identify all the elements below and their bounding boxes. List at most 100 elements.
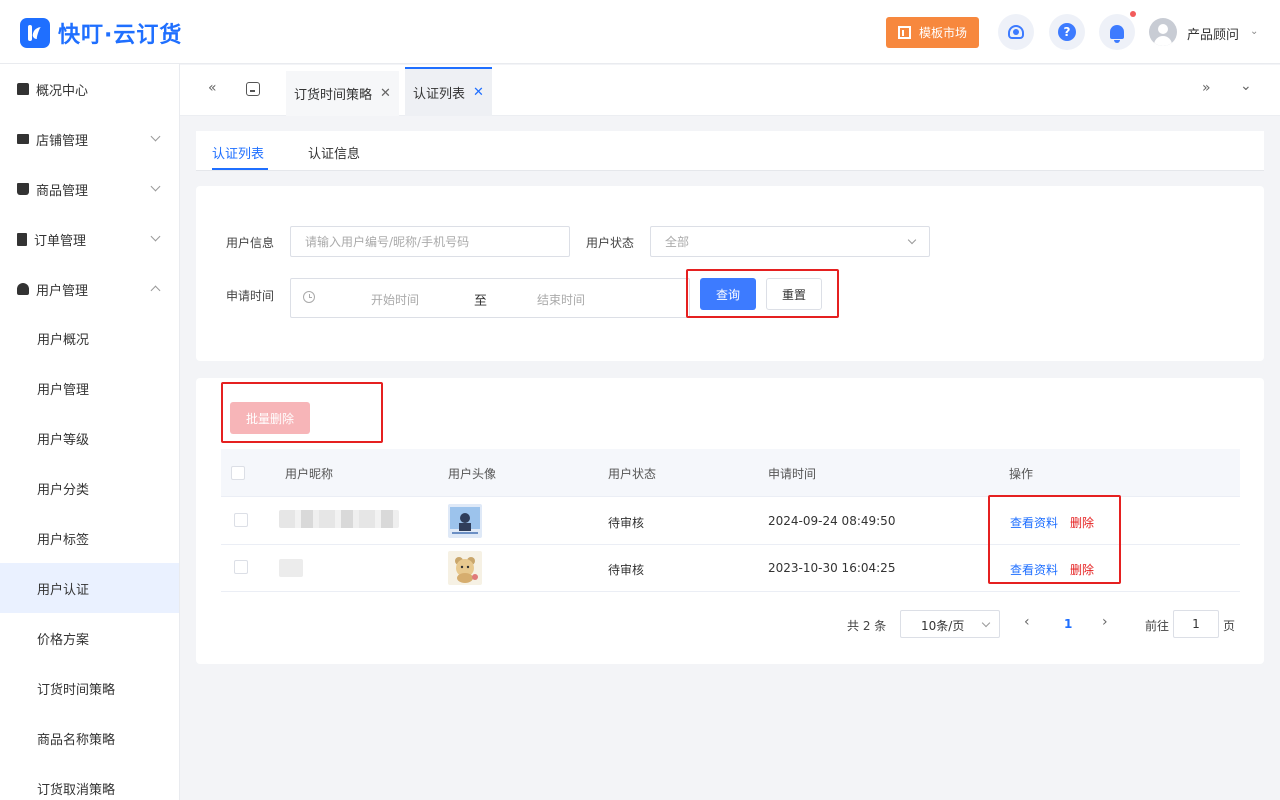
user-status-value: 全部: [665, 235, 690, 249]
chevron-up-icon: [150, 285, 161, 296]
goto-page-value: 1: [1192, 617, 1200, 631]
next-page-icon[interactable]: ›: [1102, 614, 1108, 630]
user-status-select[interactable]: 全部: [650, 226, 930, 257]
avatar-photo-icon: [448, 504, 482, 538]
start-time-placeholder[interactable]: 开始时间: [371, 291, 419, 308]
top-header: 快叮·云订货 模板市场 ? 产品顾问 ⌄: [0, 0, 1280, 64]
sidebar: 概况中心 店铺管理 商品管理 订单管理 用户管理 用户概况 用户管理 用户等级 …: [0, 64, 180, 800]
template-icon: [897, 26, 911, 39]
row-apply-time: 2024-09-24 08:49:50: [768, 514, 896, 528]
sub-tabs: 认证列表 认证信息: [196, 131, 1264, 171]
logo-icon: [20, 18, 50, 48]
row-status: 待审核: [608, 563, 645, 577]
store-icon: [17, 134, 29, 144]
active-tab-indicator: [212, 168, 268, 170]
user-avatar-thumbnail[interactable]: [448, 504, 482, 538]
sidebar-item-users[interactable]: 用户管理: [0, 264, 179, 314]
avatar-cartoon-icon: [448, 551, 482, 585]
bag-icon: [17, 183, 29, 195]
bell-icon: [1110, 25, 1124, 43]
brand-logo[interactable]: 快叮·云订货: [20, 17, 182, 49]
subtab-auth-info[interactable]: 认证信息: [308, 143, 360, 162]
sidebar-item-label: 概况中心: [36, 83, 89, 99]
help-button[interactable]: ?: [1049, 14, 1085, 50]
chevron-down-icon: [150, 181, 161, 192]
range-separator: 至: [474, 294, 488, 309]
chevron-down-icon: [981, 618, 991, 628]
double-chevron-right-icon[interactable]: »: [1202, 80, 1211, 96]
select-all-checkbox[interactable]: [231, 466, 245, 480]
close-icon[interactable]: ✕: [380, 86, 391, 101]
clipboard-icon: [17, 232, 27, 246]
sidebar-subitem-user-tag[interactable]: 用户标签: [0, 513, 179, 563]
column-header-actions: 操作: [1009, 467, 1034, 481]
tab-auth-list[interactable]: 认证列表 ✕: [405, 67, 492, 116]
user-status-label: 用户状态: [586, 236, 635, 250]
highlight-box-actions: [988, 495, 1121, 584]
user-info-label: 用户信息: [226, 236, 275, 250]
prev-page-icon[interactable]: ‹: [1024, 614, 1030, 630]
chevron-down-icon: [150, 231, 161, 242]
tab-label: 认证列表: [413, 87, 466, 102]
row-checkbox[interactable]: [234, 513, 248, 527]
customer-service-button[interactable]: [998, 14, 1034, 50]
user-info-input[interactable]: 请输入用户编号/昵称/手机号码: [290, 226, 570, 257]
lock-icon: [17, 83, 29, 95]
column-header-avatar: 用户头像: [448, 467, 497, 481]
sidebar-item-label: 商品管理: [36, 183, 89, 199]
sidebar-subitem-order-time-policy[interactable]: 订货时间策略: [0, 663, 179, 713]
apply-time-range-picker[interactable]: 开始时间 至 结束时间: [290, 278, 690, 318]
apply-time-label: 申请时间: [226, 289, 275, 303]
table-header: 用户昵称 用户头像 用户状态 申请时间 操作: [221, 449, 1240, 497]
column-header-apply-time: 申请时间: [768, 467, 817, 481]
sidebar-subitem-user-auth[interactable]: 用户认证: [0, 563, 179, 613]
user-avatar-thumbnail[interactable]: [448, 551, 482, 585]
end-time-placeholder[interactable]: 结束时间: [537, 291, 585, 308]
close-icon[interactable]: ✕: [473, 85, 484, 100]
sidebar-subitem-price-plan[interactable]: 价格方案: [0, 613, 179, 663]
page-size-select[interactable]: 10条/页: [900, 610, 1000, 638]
sidebar-item-orders[interactable]: 订单管理: [0, 214, 179, 264]
sidebar-subitem-order-cancel-policy[interactable]: 订货取消策略: [0, 763, 179, 800]
help-icon: ?: [1058, 23, 1076, 41]
notification-dot: [1130, 11, 1136, 17]
page-unit-label: 页: [1223, 619, 1236, 633]
column-header-status: 用户状态: [608, 467, 657, 481]
sidebar-item-label: 订单管理: [34, 233, 87, 249]
sidebar-subitem-goods-name-policy[interactable]: 商品名称策略: [0, 713, 179, 763]
nickname-redacted: [279, 510, 399, 528]
sidebar-item-label: 店铺管理: [36, 133, 89, 149]
double-chevron-left-icon[interactable]: «: [208, 80, 217, 96]
chevron-down-icon: [907, 235, 917, 245]
sidebar-subitem-user-management[interactable]: 用户管理: [0, 363, 179, 413]
goto-page-input[interactable]: 1: [1173, 610, 1219, 638]
sidebar-item-label: 用户管理: [36, 283, 89, 299]
sidebar-subitem-user-category[interactable]: 用户分类: [0, 463, 179, 513]
page-size-value: 10条/页: [921, 619, 965, 633]
template-market-label: 模板市场: [918, 26, 967, 40]
sidebar-item-store[interactable]: 店铺管理: [0, 114, 179, 164]
row-apply-time: 2023-10-30 16:04:25: [768, 561, 896, 575]
highlight-box-query: [686, 269, 839, 318]
tab-order-time-policy[interactable]: 订货时间策略 ✕: [286, 71, 399, 116]
home-icon[interactable]: [246, 82, 260, 96]
sidebar-item-overview[interactable]: 概况中心: [0, 64, 179, 114]
sidebar-subitem-user-overview[interactable]: 用户概况: [0, 313, 179, 363]
chevron-down-icon[interactable]: ⌄: [1240, 78, 1252, 94]
row-checkbox[interactable]: [234, 560, 248, 574]
sidebar-item-goods[interactable]: 商品管理: [0, 164, 179, 214]
avatar[interactable]: [1149, 18, 1177, 46]
template-market-button[interactable]: 模板市场: [886, 17, 979, 48]
user-name[interactable]: 产品顾问: [1187, 24, 1239, 43]
nickname-redacted: [279, 559, 303, 577]
current-page[interactable]: 1: [1064, 617, 1072, 631]
chevron-down-icon[interactable]: ⌄: [1250, 26, 1258, 37]
user-info-placeholder: 请输入用户编号/昵称/手机号码: [305, 235, 470, 249]
pagination-total: 共 2 条: [847, 619, 887, 633]
subtab-auth-list[interactable]: 认证列表: [212, 143, 264, 162]
chevron-down-icon: [150, 131, 161, 142]
sidebar-subitem-user-level[interactable]: 用户等级: [0, 413, 179, 463]
brand-name: 快叮·云订货: [58, 23, 183, 48]
goto-label: 前往: [1145, 619, 1170, 633]
notification-button[interactable]: [1099, 14, 1135, 50]
